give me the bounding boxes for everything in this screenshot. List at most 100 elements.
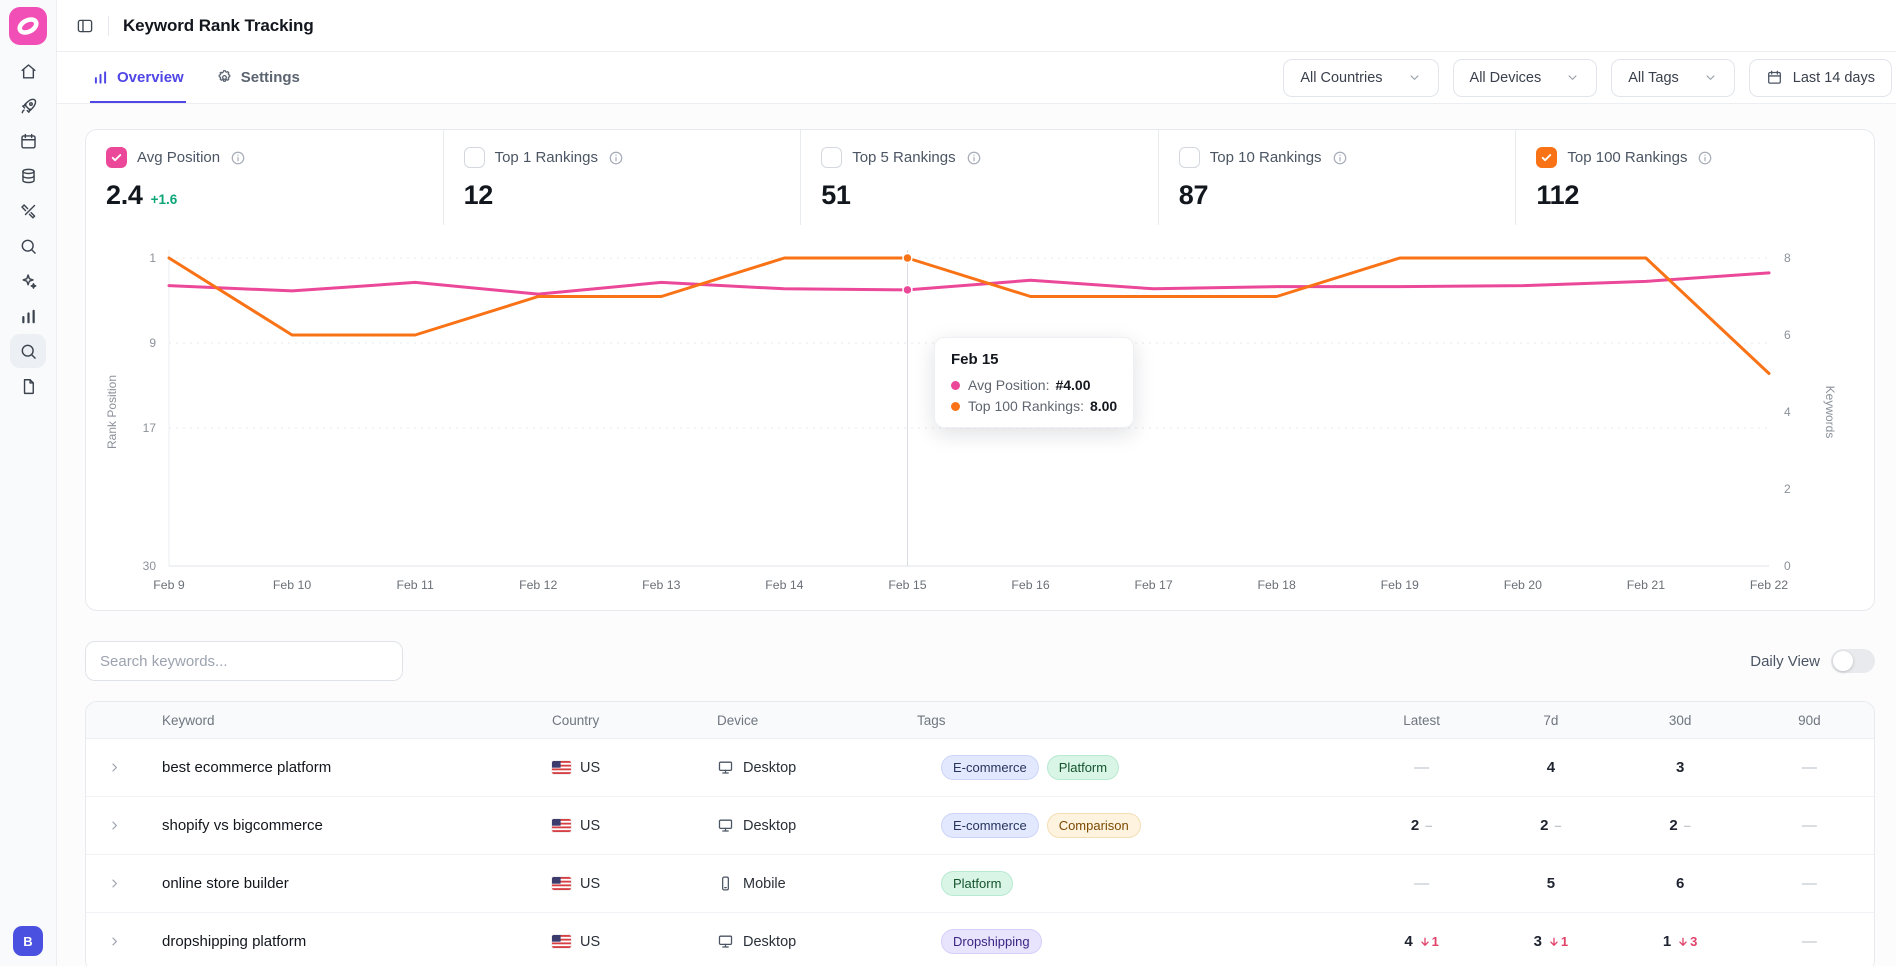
filter-devices[interactable]: All Devices xyxy=(1453,59,1598,97)
stat-value: 112 xyxy=(1536,180,1579,211)
sidebar: B xyxy=(0,0,57,966)
expand-row-button[interactable] xyxy=(86,876,142,891)
table-body: best ecommerce platformUSDesktopE-commer… xyxy=(86,739,1874,966)
keywords-table: KeywordCountryDeviceTagsLatest7d30d90d b… xyxy=(85,701,1875,966)
table-row[interactable]: shopify vs bigcommerceUSDesktopE-commerc… xyxy=(86,797,1874,855)
filter-countries[interactable]: All Countries xyxy=(1283,59,1438,97)
metric-cell-d7: 4 xyxy=(1486,759,1615,776)
country-label: US xyxy=(580,934,600,950)
stat-value: 2.4 xyxy=(106,180,143,211)
arrow-down-icon xyxy=(1419,936,1431,948)
info-icon[interactable] xyxy=(230,150,246,166)
filter-label: Last 14 days xyxy=(1793,70,1875,86)
arrow-down-icon xyxy=(1548,936,1560,948)
sidebar-item-calendar[interactable] xyxy=(10,124,46,158)
info-icon[interactable] xyxy=(608,150,624,166)
table-row[interactable]: dropshipping platform US Desktop Dropshippi… xyxy=(86,913,1874,966)
series-dot xyxy=(951,402,960,411)
filter-tags[interactable]: All Tags xyxy=(1611,59,1735,97)
table-row[interactable]: best ecommerce platformUSDesktopE-commer… xyxy=(86,739,1874,797)
sidebar-toggle-button[interactable] xyxy=(72,13,98,39)
metric-value: — xyxy=(1414,759,1429,776)
country-cell: US xyxy=(552,760,717,776)
svg-text:Feb 15: Feb 15 xyxy=(888,578,926,592)
info-icon[interactable] xyxy=(966,150,982,166)
tags-cell: Platform xyxy=(917,871,1357,896)
country-label: US xyxy=(580,760,600,776)
tags-cell: E-commercePlatform xyxy=(917,755,1357,780)
stat-value-row: 2.4 +1.6 xyxy=(106,180,423,211)
sidebar-item-data[interactable] xyxy=(10,159,46,193)
tab-overview[interactable]: Overview xyxy=(90,52,186,103)
keyword-text: dropshipping platform xyxy=(142,933,306,950)
tag-pill: E-commerce xyxy=(941,813,1039,838)
expand-cell xyxy=(86,760,142,775)
svg-text:4: 4 xyxy=(1784,405,1791,419)
tag-pill: Platform xyxy=(1047,755,1119,780)
sidebar-item-home[interactable] xyxy=(10,54,46,88)
keyword-text: shopify vs bigcommerce xyxy=(142,817,323,834)
tab-settings[interactable]: Settings xyxy=(214,52,302,103)
column-header-d7: 7d xyxy=(1486,713,1615,728)
device-label: Desktop xyxy=(743,934,796,950)
device-cell: Mobile xyxy=(717,875,917,892)
svg-text:Feb 21: Feb 21 xyxy=(1627,578,1665,592)
stat-checkbox[interactable] xyxy=(1179,147,1200,168)
sidebar-item-rank-tracking[interactable] xyxy=(10,334,46,368)
svg-text:Feb 14: Feb 14 xyxy=(765,578,803,592)
stat-label: Top 1 Rankings xyxy=(495,149,598,166)
arrow-down-icon xyxy=(1677,936,1689,948)
tooltip-series-label: Top 100 Rankings: xyxy=(968,398,1084,414)
tag-pill: Platform xyxy=(941,871,1013,896)
us-flag-icon xyxy=(552,877,571,890)
expand-row-button[interactable] xyxy=(86,818,142,833)
main-area: Keyword Rank Tracking OverviewSettings A… xyxy=(57,0,1896,966)
sidebar-item-analytics[interactable] xyxy=(10,299,46,333)
search-input[interactable] xyxy=(85,641,403,681)
stat-card-top-10-rankings: Top 10 Rankings87 xyxy=(1159,130,1517,225)
stat-checkbox[interactable] xyxy=(821,147,842,168)
info-icon[interactable] xyxy=(1697,150,1713,166)
sidebar-item-reports[interactable] xyxy=(10,369,46,403)
filter-date-range[interactable]: Last 14 days xyxy=(1749,59,1892,97)
metric-value: 5 xyxy=(1547,875,1555,892)
stat-card-header: Top 10 Rankings xyxy=(1179,147,1496,168)
chevron-down-icon xyxy=(1689,70,1718,85)
desktop-icon xyxy=(717,759,734,776)
user-avatar[interactable]: B xyxy=(13,926,43,956)
stat-checkbox[interactable] xyxy=(1536,147,1557,168)
daily-view-toggle[interactable] xyxy=(1831,649,1875,673)
filter-label: All Countries xyxy=(1300,70,1382,86)
expand-row-button[interactable] xyxy=(86,934,142,949)
sidebar-item-launch[interactable] xyxy=(10,89,46,123)
filter-label: All Tags xyxy=(1628,70,1679,86)
metric-value: 1 xyxy=(1663,933,1671,950)
keyword-text: online store builder xyxy=(142,875,289,892)
change-down-indicator: 1 xyxy=(1419,934,1439,949)
column-header-d30: 30d xyxy=(1616,713,1745,728)
table-row[interactable]: online store builderUSMobilePlatform—56— xyxy=(86,855,1874,913)
stat-checkbox[interactable] xyxy=(464,147,485,168)
metric-cell-d7: 31 xyxy=(1486,933,1615,950)
sidebar-item-search[interactable] xyxy=(10,229,46,263)
app-logo[interactable] xyxy=(9,7,47,45)
metric-value: — xyxy=(1802,875,1817,892)
column-header-d90: 90d xyxy=(1745,713,1874,728)
metric-value: — xyxy=(1802,933,1817,950)
stat-change: +1.6 xyxy=(151,192,178,207)
svg-text:Keywords: Keywords xyxy=(1823,386,1837,439)
tag-pill: Dropshipping xyxy=(941,929,1042,954)
country-cell: US xyxy=(552,876,717,892)
stat-checkbox[interactable] xyxy=(106,147,127,168)
keyword-cell: shopify vs bigcommerce xyxy=(142,817,552,834)
svg-text:Feb 19: Feb 19 xyxy=(1381,578,1419,592)
tabs-bar: Overview Settings All Countries All Device… xyxy=(57,52,1896,104)
info-icon[interactable] xyxy=(1332,150,1348,166)
sidebar-item-tools[interactable] xyxy=(10,194,46,228)
metric-value: 6 xyxy=(1676,875,1684,892)
sidebar-item-ai[interactable] xyxy=(10,264,46,298)
rank-chart: 19173086420Feb 9Feb 10Feb 11Feb 12Feb 13… xyxy=(86,225,1874,610)
expand-row-button[interactable] xyxy=(86,760,142,775)
tags-cell: Dropshipping xyxy=(917,929,1357,954)
metric-cell-d90: — xyxy=(1745,817,1874,834)
